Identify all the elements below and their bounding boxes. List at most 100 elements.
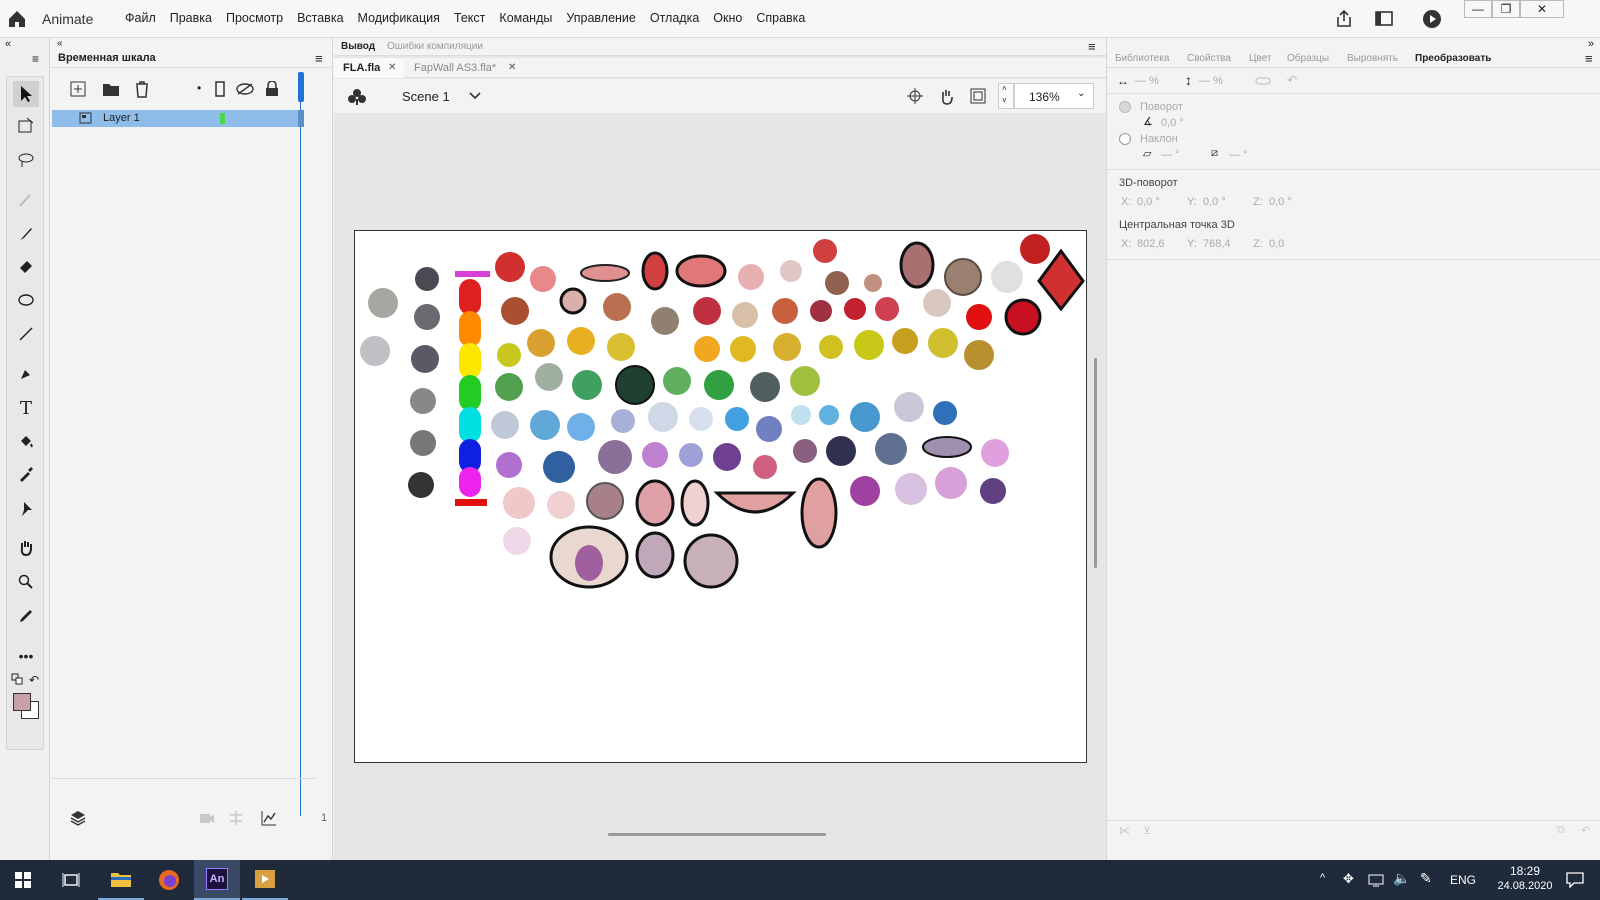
collapse-icon[interactable]: «: [51, 38, 333, 49]
line-tool-icon[interactable]: [13, 321, 39, 347]
keyframe-cell[interactable]: [298, 110, 304, 127]
paint-bucket-tool-icon[interactable]: [13, 429, 39, 455]
text-tool-icon[interactable]: T: [13, 395, 39, 421]
tab-color[interactable]: Цвет: [1249, 53, 1271, 64]
graph-icon[interactable]: [261, 810, 277, 826]
chevron-down-icon[interactable]: ⌄: [1077, 88, 1085, 99]
menu-file[interactable]: Файл: [125, 11, 156, 25]
lock-icon[interactable]: [265, 81, 279, 97]
tab-transform[interactable]: Преобразовать: [1415, 53, 1491, 64]
tab-align[interactable]: Выровнять: [1347, 53, 1398, 64]
tab-properties[interactable]: Свойства: [1187, 53, 1231, 64]
file-explorer-icon[interactable]: [98, 860, 144, 900]
pencil-tool-icon[interactable]: [13, 603, 39, 629]
panel-menu-icon[interactable]: ≡: [315, 51, 323, 66]
oval-tool-icon[interactable]: [13, 287, 39, 313]
paint-brush-tool-icon[interactable]: [13, 221, 39, 247]
scale-width-value[interactable]: — %: [1135, 75, 1159, 87]
menu-control[interactable]: Управление: [566, 11, 636, 25]
horizontal-scrollbar[interactable]: [608, 833, 826, 836]
collapse-icon[interactable]: »: [1588, 38, 1594, 50]
outline-icon[interactable]: [215, 81, 225, 97]
hand-tool-icon[interactable]: [13, 535, 39, 561]
restore-button[interactable]: ❐: [1492, 0, 1520, 18]
windows-start-icon[interactable]: [0, 860, 46, 900]
doc-tab-fla[interactable]: FLA.fla ✕: [334, 58, 404, 78]
minimize-button[interactable]: —: [1464, 0, 1492, 18]
menu-edit[interactable]: Правка: [170, 11, 212, 25]
chevron-up-icon[interactable]: ˄: [1002, 84, 1007, 93]
new-folder-icon[interactable]: [102, 81, 120, 97]
firefox-icon[interactable]: [146, 860, 192, 900]
collapse-icon[interactable]: «: [5, 38, 11, 50]
menu-commands[interactable]: Команды: [499, 11, 552, 25]
skew-horizontal-value[interactable]: — °: [1161, 149, 1179, 161]
rotation-z-value[interactable]: 0,0 °: [1269, 196, 1292, 208]
layers-icon[interactable]: [70, 810, 86, 826]
workspace-icon[interactable]: [1374, 10, 1394, 28]
panel-menu-icon[interactable]: ≡: [1585, 51, 1593, 66]
center-z-value[interactable]: 0,0: [1269, 238, 1284, 250]
scale-height-value[interactable]: — %: [1199, 75, 1223, 87]
center-x-value[interactable]: 802,6: [1137, 238, 1165, 250]
panel-menu-icon[interactable]: ≡: [1088, 39, 1096, 54]
language-indicator[interactable]: ENG: [1450, 873, 1476, 887]
close-tab-icon[interactable]: ✕: [388, 62, 396, 73]
doc-tab-fapwall[interactable]: FapWall AS3.fla* ✕: [406, 58, 526, 78]
chevron-up-icon[interactable]: ^: [1320, 872, 1325, 884]
eyedropper-tool-icon[interactable]: [13, 461, 39, 487]
delete-layer-icon[interactable]: [134, 80, 150, 98]
hide-layer-icon[interactable]: [236, 83, 254, 95]
flash-player-icon[interactable]: [242, 860, 288, 900]
vertical-scrollbar[interactable]: [1094, 358, 1097, 568]
layer-row[interactable]: Layer 1: [52, 110, 298, 127]
center-y-value[interactable]: 768,4: [1203, 238, 1231, 250]
swap-colors-icon[interactable]: [11, 673, 23, 685]
rotate-radio[interactable]: [1119, 101, 1131, 113]
home-icon[interactable]: [6, 8, 28, 30]
free-transform-tool-icon[interactable]: [13, 113, 39, 139]
task-view-icon[interactable]: [48, 860, 94, 900]
selection-tool-icon[interactable]: [13, 81, 39, 107]
layer-name[interactable]: Layer 1: [103, 112, 140, 124]
stage-canvas[interactable]: [354, 230, 1087, 763]
animate-taskbar-icon[interactable]: An: [194, 860, 240, 900]
skew-radio[interactable]: [1119, 133, 1131, 145]
rotate-stage-icon[interactable]: [937, 88, 955, 106]
zoom-field[interactable]: 136% ⌄: [1014, 83, 1094, 109]
clip-stage-icon[interactable]: [970, 88, 986, 104]
eraser-tool-icon[interactable]: [13, 253, 39, 279]
constrain-link-icon[interactable]: [1255, 76, 1271, 86]
rotation-x-value[interactable]: 0,0 °: [1137, 196, 1160, 208]
network-icon[interactable]: [1368, 872, 1386, 888]
pin-tool-icon[interactable]: [13, 495, 39, 521]
rotate-value[interactable]: 0,0 °: [1161, 117, 1184, 129]
reset-icon[interactable]: ↶: [1287, 73, 1297, 87]
share-icon[interactable]: [1334, 9, 1354, 29]
more-tools-icon[interactable]: •••: [13, 643, 39, 669]
layer-color-marker[interactable]: [220, 113, 225, 124]
chevron-down-icon[interactable]: ˅: [1002, 96, 1007, 105]
menu-debug[interactable]: Отладка: [650, 11, 699, 25]
zoom-stepper[interactable]: ˄ ˅: [998, 83, 1014, 109]
pen-tool-icon[interactable]: [13, 361, 39, 387]
menu-view[interactable]: Просмотр: [226, 11, 283, 25]
clock[interactable]: 18:29 24.08.2020: [1490, 864, 1560, 892]
menu-window[interactable]: Окно: [713, 11, 742, 25]
volume-icon[interactable]: 🔈: [1393, 870, 1410, 887]
dropbox-icon[interactable]: ✥: [1343, 871, 1354, 887]
menu-insert[interactable]: Вставка: [297, 11, 343, 25]
new-layer-icon[interactable]: [70, 81, 86, 97]
close-tab-icon[interactable]: ✕: [508, 62, 516, 73]
tab-library[interactable]: Библиотека: [1115, 53, 1169, 64]
scene-name[interactable]: Scene 1: [402, 89, 450, 104]
chevron-down-icon[interactable]: [469, 91, 481, 101]
test-movie-icon[interactable]: [1422, 9, 1442, 29]
timeline-title[interactable]: Временная шкала: [58, 52, 156, 64]
compiler-errors-tab[interactable]: Ошибки компиляции: [387, 41, 483, 52]
menu-text[interactable]: Текст: [454, 11, 485, 25]
output-tab[interactable]: Вывод: [341, 41, 375, 52]
notifications-icon[interactable]: [1566, 872, 1584, 888]
symbol-icon[interactable]: [348, 88, 366, 106]
close-button[interactable]: ✕: [1520, 0, 1564, 18]
